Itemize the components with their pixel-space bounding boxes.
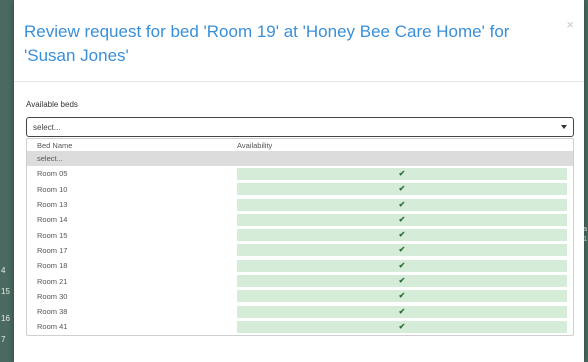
check-icon: ✔ — [398, 321, 406, 331]
backdrop-number: 7 — [1, 335, 6, 344]
dropdown-option-placeholder[interactable]: select... — [27, 151, 573, 167]
check-icon: ✔ — [398, 184, 406, 194]
check-icon: ✔ — [398, 214, 406, 224]
backdrop-left — [0, 0, 14, 362]
availability-cell: ✔ — [237, 289, 573, 304]
check-icon: ✔ — [398, 199, 406, 209]
availability-indicator: ✔ — [237, 213, 567, 226]
dropdown-option[interactable]: Room 30 ✔ — [27, 289, 573, 304]
bed-name: Room 17 — [37, 245, 68, 255]
dropdown-option[interactable]: Room 10 ✔ — [27, 182, 573, 197]
dropdown-option[interactable]: Room 13 ✔ — [27, 197, 573, 212]
bed-name: Room 21 — [37, 276, 68, 286]
modal-body: Available beds select... Bed Name Availa… — [14, 82, 584, 336]
availability-indicator: ✔ — [237, 275, 567, 288]
dropdown-option[interactable]: Room 41 ✔ — [27, 319, 573, 334]
review-request-modal: Review request for bed 'Room 19' at 'Hon… — [14, 0, 584, 362]
dropdown-option[interactable]: Room 15 ✔ — [27, 227, 573, 242]
check-icon: ✔ — [398, 306, 406, 316]
backdrop-number: 16 — [1, 314, 10, 323]
backdrop-number: 4 — [1, 266, 6, 275]
availability-cell: ✔ — [237, 182, 573, 197]
check-icon: ✔ — [398, 291, 406, 301]
availability-cell: ✔ — [237, 273, 573, 288]
modal-title: Review request for bed 'Room 19' at 'Hon… — [24, 22, 510, 65]
dropdown-option[interactable]: Room 17 ✔ — [27, 243, 573, 258]
modal-header: Review request for bed 'Room 19' at 'Hon… — [14, 0, 584, 82]
check-icon: ✔ — [398, 168, 406, 178]
select-value: select... — [33, 122, 61, 132]
close-icon[interactable]: × — [566, 18, 574, 31]
bed-name: Room 38 — [37, 307, 68, 317]
bed-name: Room 14 — [37, 215, 68, 225]
bed-name: Room 05 — [37, 169, 68, 179]
check-icon: ✔ — [398, 276, 406, 286]
dropdown-option[interactable]: Room 18 ✔ — [27, 258, 573, 273]
availability-cell: ✔ — [237, 227, 573, 242]
backdrop-number: 15 — [1, 287, 10, 296]
bed-name: Room 10 — [37, 184, 68, 194]
available-beds-select[interactable]: select... — [26, 117, 574, 137]
check-icon: ✔ — [398, 245, 406, 255]
dropdown-option[interactable]: Room 38 ✔ — [27, 304, 573, 319]
availability-cell: ✔ — [237, 197, 573, 212]
availability-indicator: ✔ — [237, 290, 567, 303]
column-header-availability: Availability — [237, 140, 273, 150]
availability-indicator: ✔ — [237, 183, 567, 196]
bed-name: Room 15 — [37, 230, 68, 240]
availability-cell: ✔ — [237, 304, 573, 319]
bed-name: Room 30 — [37, 291, 68, 301]
dropdown-option[interactable]: Room 14 ✔ — [27, 212, 573, 227]
availability-indicator: ✔ — [237, 167, 567, 180]
availability-indicator: ✔ — [237, 320, 567, 333]
availability-indicator: ✔ — [237, 259, 567, 272]
caret-down-icon — [561, 125, 567, 129]
availability-indicator: ✔ — [237, 244, 567, 257]
availability-indicator: ✔ — [237, 229, 567, 242]
availability-cell: ✔ — [237, 212, 573, 227]
bed-name: Room 41 — [37, 322, 68, 332]
option-label: select... — [37, 154, 63, 164]
bed-name: Room 13 — [37, 200, 68, 210]
dropdown-option[interactable]: Room 05 ✔ — [27, 166, 573, 181]
availability-indicator: ✔ — [237, 305, 567, 318]
beds-dropdown-list: Bed Name Availability select... Room 05 ✔… — [26, 138, 574, 336]
available-beds-label: Available beds — [26, 100, 78, 109]
availability-cell: ✔ — [237, 258, 573, 273]
dropdown-option[interactable]: Room 21 ✔ — [27, 273, 573, 288]
availability-indicator: ✔ — [237, 198, 567, 211]
availability-cell: ✔ — [237, 166, 573, 181]
availability-cell: ✔ — [237, 243, 573, 258]
availability-cell: ✔ — [237, 319, 573, 334]
column-header-bed-name: Bed Name — [37, 140, 73, 150]
dropdown-header: Bed Name Availability — [27, 139, 573, 151]
check-icon: ✔ — [398, 260, 406, 270]
check-icon: ✔ — [398, 230, 406, 240]
bed-name: Room 18 — [37, 261, 68, 271]
